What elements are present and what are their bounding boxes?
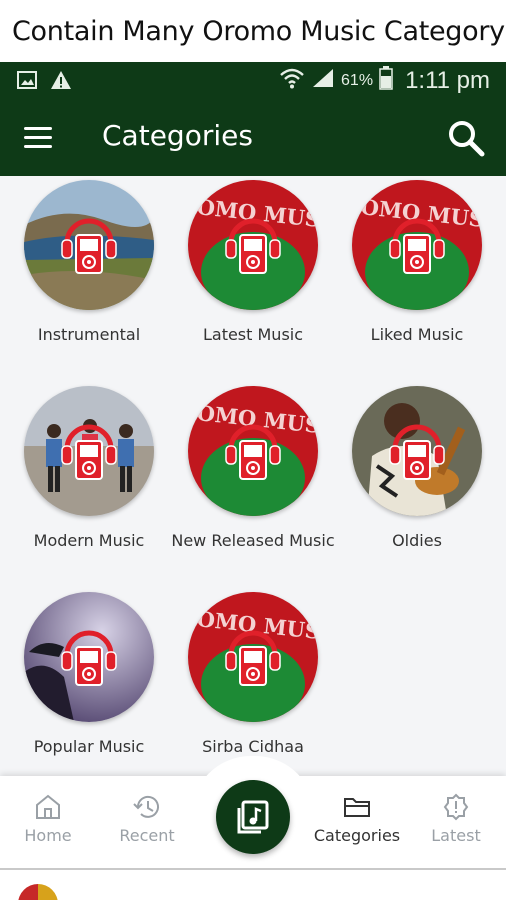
- nav-home-label: Home: [24, 826, 72, 845]
- category-item[interactable]: OROMO MUSIC New Released Music: [171, 386, 335, 553]
- headphone-player-icon: [61, 218, 117, 274]
- home-icon: [33, 792, 63, 822]
- headphone-player-icon: [225, 424, 281, 480]
- status-bar: 61% 1:11 pm: [0, 62, 506, 100]
- category-thumbnail[interactable]: [352, 386, 482, 516]
- music-library-icon: [237, 800, 269, 834]
- nav-latest[interactable]: Latest: [411, 792, 501, 845]
- category-thumbnail[interactable]: OROMO MUSIC: [188, 180, 318, 310]
- category-thumbnail[interactable]: [24, 180, 154, 310]
- app-bar: Categories: [0, 100, 506, 176]
- category-item[interactable]: OROMO MUSIC Liked Music: [335, 180, 499, 347]
- next-screen-peek: [0, 868, 506, 900]
- hamburger-menu-icon[interactable]: [22, 124, 56, 152]
- category-item[interactable]: Oldies: [335, 386, 499, 553]
- history-icon: [132, 792, 162, 822]
- category-label: Modern Music: [33, 531, 145, 550]
- wifi-icon: [279, 67, 305, 94]
- headphone-player-icon: [389, 218, 445, 274]
- category-grid: Instrumental OROMO MUSIC Latest Music OROMO…: [0, 176, 506, 772]
- category-label: New Released Music: [171, 531, 335, 550]
- warning-icon: [50, 70, 72, 90]
- category-label: Latest Music: [202, 325, 304, 344]
- phone-screen: 61% 1:11 pm Categories Instrumental OROMO…: [0, 62, 506, 900]
- peek-avatar: [18, 884, 58, 900]
- category-item[interactable]: OROMO MUSIC Latest Music: [171, 180, 335, 347]
- category-thumbnail[interactable]: [24, 592, 154, 722]
- category-label: Oldies: [392, 531, 442, 550]
- category-item[interactable]: Modern Music: [7, 386, 171, 553]
- battery-icon: [379, 66, 393, 95]
- alert-circle-icon: [441, 792, 471, 822]
- signal-icon: [311, 67, 335, 94]
- battery-percent: 61%: [341, 71, 374, 89]
- category-item[interactable]: OROMO MUSIC Sirba Cidhaa: [171, 592, 335, 759]
- category-label: Liked Music: [370, 325, 464, 344]
- gallery-notification-icon: [16, 70, 38, 90]
- search-icon[interactable]: [444, 116, 488, 160]
- headphone-player-icon: [389, 424, 445, 480]
- category-thumbnail[interactable]: OROMO MUSIC: [352, 180, 482, 310]
- nav-home[interactable]: Home: [3, 792, 93, 845]
- music-library-fab[interactable]: [216, 780, 290, 854]
- nav-recent[interactable]: Recent: [102, 792, 192, 845]
- category-item[interactable]: Instrumental: [7, 180, 171, 347]
- nav-categories-label: Categories: [313, 826, 401, 845]
- category-thumbnail[interactable]: OROMO MUSIC: [188, 386, 318, 516]
- category-thumbnail[interactable]: OROMO MUSIC: [188, 592, 318, 722]
- promo-caption-bar: Contain Many Oromo Music Category: [0, 0, 506, 62]
- category-label: Instrumental: [37, 325, 141, 344]
- category-thumbnail[interactable]: [24, 386, 154, 516]
- nav-categories[interactable]: Categories: [312, 792, 402, 845]
- folder-icon: [342, 792, 372, 822]
- category-label: Popular Music: [33, 737, 145, 756]
- nav-recent-label: Recent: [119, 826, 175, 845]
- headphone-player-icon: [61, 424, 117, 480]
- headphone-player-icon: [225, 630, 281, 686]
- nav-latest-label: Latest: [431, 826, 481, 845]
- category-item[interactable]: Popular Music: [7, 592, 171, 759]
- headphone-player-icon: [61, 630, 117, 686]
- headphone-player-icon: [225, 218, 281, 274]
- clock: 1:11 pm: [405, 66, 490, 94]
- page-title: Categories: [102, 119, 253, 152]
- promo-caption: Contain Many Oromo Music Category: [12, 16, 505, 47]
